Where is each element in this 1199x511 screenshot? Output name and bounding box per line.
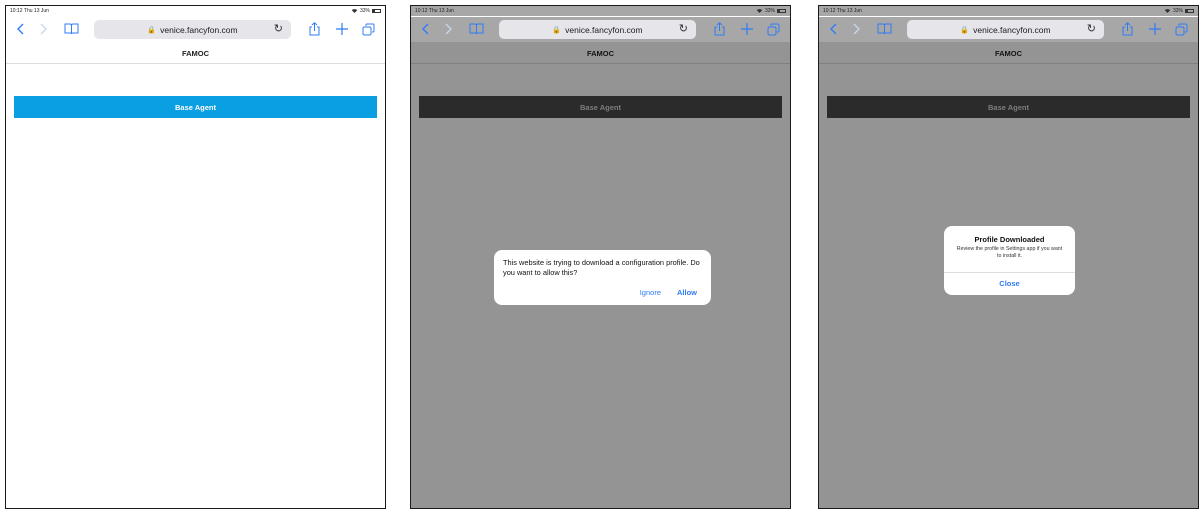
add-tab-icon[interactable]: [739, 20, 755, 38]
bookmarks-icon[interactable]: [876, 20, 892, 38]
tabs-icon[interactable]: [1173, 20, 1189, 38]
screenshot-initial: 10:12 Thu 13 Jun 33% 🔒 venice.fancyfon.c…: [5, 5, 386, 509]
alert-divider: [944, 272, 1075, 273]
lock-icon: 🔒: [147, 26, 157, 34]
browser-toolbar: 🔒 venice.fancyfon.com ↻: [6, 17, 385, 42]
base-agent-button[interactable]: Base Agent: [14, 96, 377, 118]
ignore-button[interactable]: Ignore: [640, 288, 661, 297]
share-icon[interactable]: [711, 20, 727, 38]
wifi-icon: [1164, 8, 1171, 15]
screenshot-profile-downloaded: 10:12 Thu 13 Jun 33% 🔒 venice.fancyfon.c…: [818, 5, 1199, 509]
add-tab-icon[interactable]: [334, 20, 350, 38]
battery-icon: [372, 9, 381, 13]
forward-icon[interactable]: [36, 20, 52, 38]
reload-icon[interactable]: ↻: [274, 22, 283, 35]
browser-toolbar: 🔒 venice.fancyfon.com ↻: [411, 17, 790, 42]
battery-icon: [1185, 9, 1194, 13]
profile-downloaded-alert: Profile Downloaded Review the profile in…: [944, 226, 1075, 295]
battery-percent: 33%: [1172, 8, 1183, 14]
back-icon[interactable]: [825, 20, 841, 38]
battery-percent: 33%: [764, 8, 775, 14]
wifi-icon: [351, 8, 358, 15]
bookmarks-icon[interactable]: [63, 20, 79, 38]
status-bar: 10:12 Thu 13 Jun 33%: [411, 6, 790, 16]
address-bar[interactable]: 🔒 venice.fancyfon.com ↻: [94, 20, 291, 39]
status-date: Thu 13 Jun: [23, 8, 49, 14]
url-text: venice.fancyfon.com: [160, 24, 238, 35]
bookmarks-icon[interactable]: [468, 20, 484, 38]
back-icon[interactable]: [12, 20, 28, 38]
alert-title: Profile Downloaded: [974, 235, 1045, 244]
back-icon[interactable]: [417, 20, 433, 38]
page-header: FAMOC: [6, 44, 385, 64]
reload-icon[interactable]: ↻: [679, 22, 688, 35]
status-time: 10:12: [823, 8, 836, 14]
share-icon[interactable]: [1119, 20, 1135, 38]
wifi-icon: [756, 8, 763, 15]
screenshot-download-prompt: 10:12 Thu 13 Jun 33% 🔒 venice.fancyfon.c…: [410, 5, 791, 509]
url-text: venice.fancyfon.com: [973, 24, 1051, 35]
forward-icon[interactable]: [849, 20, 865, 38]
url-text: venice.fancyfon.com: [565, 24, 643, 35]
forward-icon[interactable]: [441, 20, 457, 38]
browser-toolbar: 🔒 venice.fancyfon.com ↻: [819, 17, 1198, 42]
address-bar[interactable]: 🔒 venice.fancyfon.com ↻: [499, 20, 696, 39]
tabs-icon[interactable]: [360, 20, 376, 38]
download-profile-dialog: This website is trying to download a con…: [494, 250, 711, 305]
allow-button[interactable]: Allow: [677, 288, 697, 297]
status-date: Thu 13 Jun: [836, 8, 862, 14]
tabs-icon[interactable]: [765, 20, 781, 38]
status-date: Thu 13 Jun: [428, 8, 454, 14]
battery-icon: [777, 9, 786, 13]
status-bar: 10:12 Thu 13 Jun 33%: [6, 6, 385, 16]
status-bar: 10:12 Thu 13 Jun 33%: [819, 6, 1198, 16]
lock-icon: 🔒: [960, 26, 970, 34]
reload-icon[interactable]: ↻: [1087, 22, 1096, 35]
lock-icon: 🔒: [552, 26, 562, 34]
alert-message: Review the profile in Settings app if yo…: [956, 246, 1063, 259]
status-time: 10:12: [10, 8, 23, 14]
status-time: 10:12: [415, 8, 428, 14]
dialog-message: This website is trying to download a con…: [503, 258, 700, 277]
battery-percent: 33%: [359, 8, 370, 14]
add-tab-icon[interactable]: [1147, 20, 1163, 38]
share-icon[interactable]: [306, 20, 322, 38]
address-bar[interactable]: 🔒 venice.fancyfon.com ↻: [907, 20, 1104, 39]
close-button[interactable]: Close: [944, 274, 1075, 294]
